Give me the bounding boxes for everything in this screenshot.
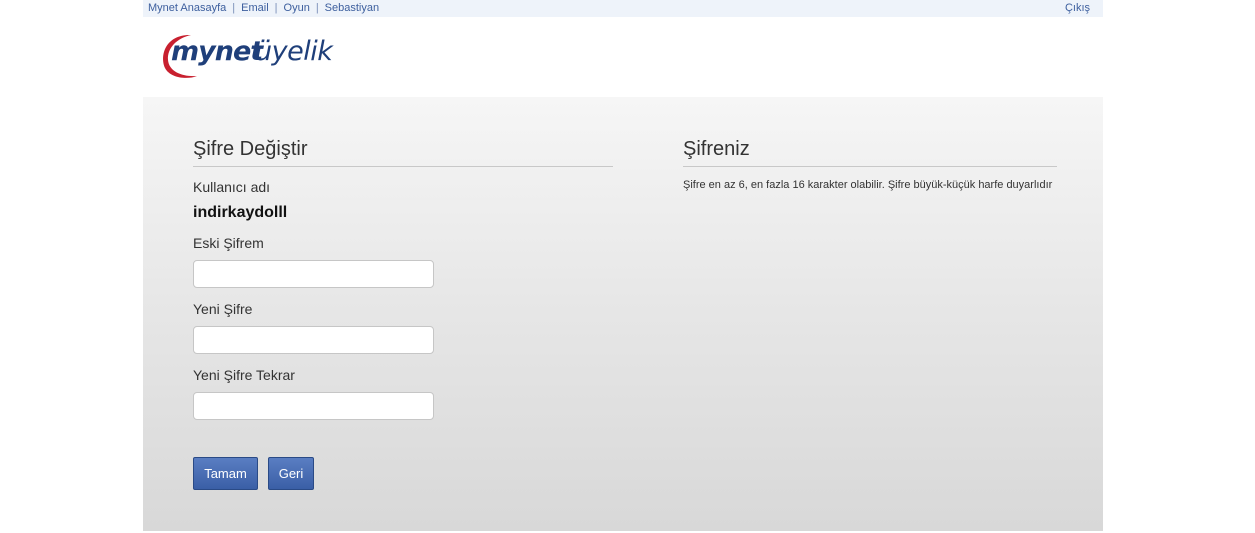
main-container: Mynet Anasayfa | Email | Oyun | Sebastiy…: [143, 0, 1103, 533]
nav-link-games[interactable]: Oyun: [284, 0, 310, 17]
nav-separator: |: [274, 2, 278, 14]
repeat-password-input[interactable]: [193, 392, 434, 420]
nav-link-mynet-home[interactable]: Mynet Anasayfa: [148, 0, 226, 17]
new-password-label: Yeni Şifre: [193, 301, 253, 317]
new-password-input[interactable]: [193, 326, 434, 354]
username-label: Kullanıcı adı: [193, 179, 271, 195]
nav-link-email[interactable]: Email: [241, 0, 269, 17]
mynet-uyelik-logo[interactable]: mynet üyelik: [157, 30, 347, 80]
old-password-label: Eski Şifrem: [193, 235, 264, 251]
top-nav-links: Mynet Anasayfa | Email | Oyun | Sebastiy…: [148, 0, 379, 17]
top-nav-bar: Mynet Anasayfa | Email | Oyun | Sebastiy…: [143, 0, 1103, 17]
nav-separator: |: [315, 2, 319, 14]
old-password-input[interactable]: [193, 260, 434, 288]
page: Mynet Anasayfa | Email | Oyun | Sebastiy…: [0, 0, 1255, 533]
logo-subtitle-text: üyelik: [255, 36, 333, 67]
logo-brand-text: mynet: [171, 36, 263, 67]
submit-button[interactable]: Tamam: [193, 457, 258, 490]
logout-link[interactable]: Çıkış: [1065, 0, 1090, 17]
nav-separator: |: [232, 2, 236, 14]
change-password-title: Şifre Değiştir: [193, 138, 613, 167]
password-rules-text: Şifre en az 6, en fazla 16 karakter olab…: [683, 179, 1053, 191]
back-button[interactable]: Geri: [268, 457, 314, 490]
repeat-password-label: Yeni Şifre Tekrar: [193, 367, 295, 383]
username-value: indirkaydolll: [193, 204, 288, 221]
content-panel: Şifre Değiştir Kullanıcı adı indirkaydol…: [143, 97, 1103, 531]
nav-link-user[interactable]: Sebastiyan: [325, 0, 379, 17]
password-info-title: Şifreniz: [683, 138, 1057, 167]
